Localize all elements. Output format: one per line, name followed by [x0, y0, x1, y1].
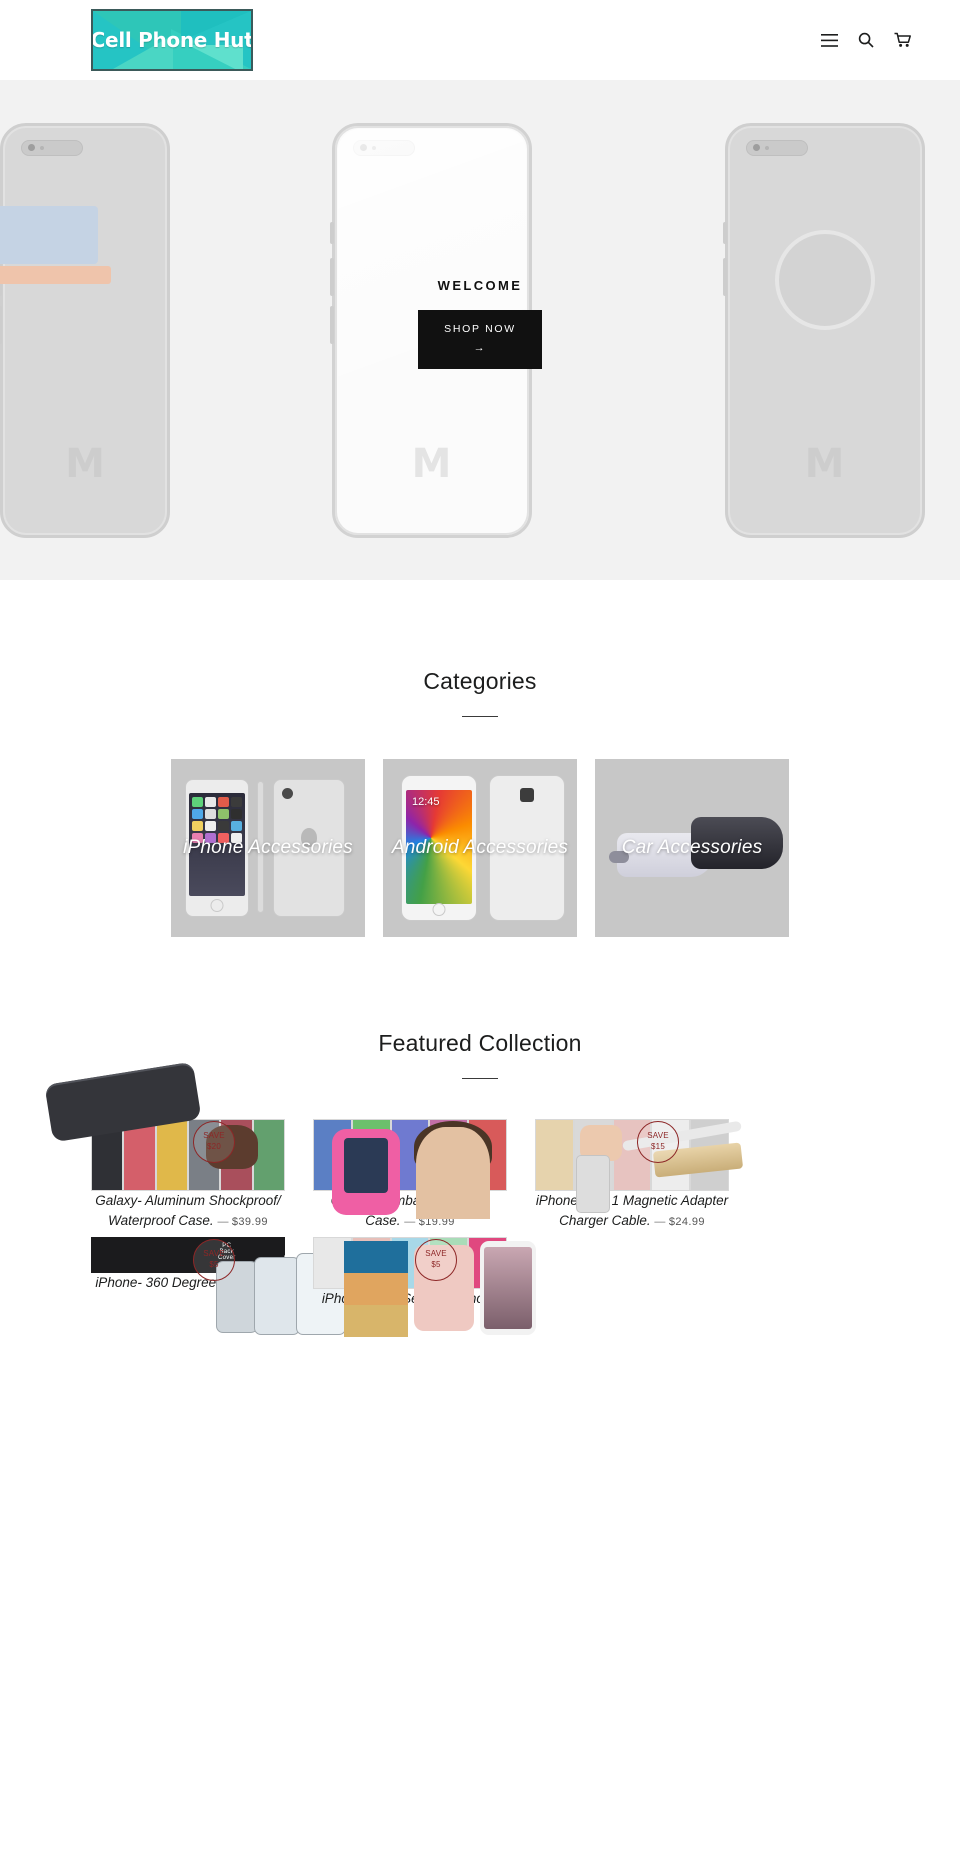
- search-icon[interactable]: [857, 31, 875, 49]
- hero-title: WELCOME: [437, 278, 523, 293]
- category-label: iPhone Accessories: [183, 837, 353, 859]
- heading-divider: [462, 716, 498, 717]
- categories-section: Categories iPhone Accessories 12:45 Andr…: [0, 668, 960, 937]
- cart-icon[interactable]: [894, 31, 912, 49]
- watermark: M: [65, 440, 105, 487]
- product-media: SAVE $5 PC Back Cover PC Front Cover Tem…: [91, 1236, 367, 1335]
- save-badge-line2: $5: [431, 1259, 441, 1269]
- save-badge-line1: SAVE: [425, 1248, 447, 1258]
- category-card-android[interactable]: 12:45 Android Accessories: [383, 759, 577, 937]
- site-header: Cell Phone Hut: [0, 0, 960, 80]
- heading-divider: [462, 1078, 498, 1079]
- site-logo[interactable]: Cell Phone Hut: [91, 9, 253, 71]
- watermark: M: [804, 440, 845, 487]
- product-info: Galaxy- Aluminum Shockproof/ Waterproof …: [95, 1193, 281, 1228]
- hero-slideshow[interactable]: M M M WELCOME SHOP NOW →: [0, 80, 960, 580]
- product-price: — $24.99: [654, 1216, 704, 1228]
- save-badge-line2: $5: [209, 1259, 219, 1269]
- save-badge-line2: $15: [651, 1142, 665, 1151]
- logo-text: Cell Phone Hut: [91, 28, 253, 52]
- save-badge-line1: SAVE: [203, 1248, 225, 1258]
- save-badge-line1: SAVE: [647, 1131, 669, 1141]
- product-card[interactable]: SAVE $5 PC Back Cover PC Front Cover Tem…: [91, 1236, 367, 1335]
- shop-now-label: SHOP NOW: [444, 323, 516, 335]
- category-label: Android Accessories: [391, 837, 569, 859]
- save-badge: SAVE $5: [415, 1238, 457, 1281]
- camera-dot: [28, 144, 35, 151]
- menu-icon[interactable]: [820, 31, 838, 49]
- side-button: [329, 221, 334, 244]
- save-badge-line1: SAVE: [203, 1131, 225, 1141]
- camera-dot: [359, 144, 367, 151]
- category-card-iphone[interactable]: iPhone Accessories: [171, 759, 365, 937]
- camera-cutout: [745, 139, 808, 156]
- save-badge-line2: $20: [207, 1142, 221, 1151]
- variant-swatch: [535, 1119, 574, 1191]
- product-media: SAVE $20: [44, 1061, 285, 1191]
- product-grid: SAVE $20 Galaxy- Aluminum Shockproof/ Wa…: [0, 1061, 960, 1337]
- featured-heading: Featured Collection: [378, 1030, 582, 1056]
- header-icon-group: [820, 31, 912, 49]
- camera-cutout: [352, 139, 415, 156]
- flash-dot: [764, 145, 769, 150]
- product-media: SAVE $5: [313, 1236, 536, 1337]
- product-card[interactable]: SAVE $15 iPhone- 2 in 1 Magnetic Adapter…: [535, 1119, 744, 1231]
- product-card[interactable]: Galaxy- Armband Workout Case. — $19.99: [313, 1119, 507, 1231]
- product-card[interactable]: SAVE $5 iPhone- LED Selfie Luminous: [313, 1236, 536, 1337]
- price-dash: —: [654, 1215, 666, 1228]
- featured-collection-section: Featured Collection SAVE $20 Galaxy- Alu…: [0, 1030, 960, 1337]
- hero-overlay: WELCOME SHOP NOW →: [0, 278, 960, 370]
- save-badge: SAVE $20: [193, 1121, 235, 1163]
- watermark: M: [411, 440, 452, 487]
- arrow-right-icon: →: [473, 341, 487, 354]
- product-card[interactable]: SAVE $20 Galaxy- Aluminum Shockproof/ Wa…: [44, 1061, 285, 1231]
- card-slot-graphic: [0, 205, 98, 264]
- price-dash: —: [217, 1215, 229, 1228]
- save-badge: SAVE $15: [637, 1121, 679, 1163]
- categories-heading: Categories: [423, 668, 537, 694]
- categories-grid: iPhone Accessories 12:45 Android Accesso…: [0, 759, 960, 937]
- flash-dot: [40, 145, 44, 150]
- product-price: — $39.99: [217, 1216, 267, 1228]
- camera-cutout: [21, 139, 83, 156]
- price-dash: —: [404, 1215, 416, 1228]
- shop-now-button[interactable]: SHOP NOW →: [418, 310, 542, 370]
- product-variant-strip: [313, 1236, 507, 1289]
- product-media: SAVE $15: [535, 1119, 744, 1213]
- variant-swatch: [155, 1119, 188, 1191]
- flash-dot: [371, 145, 376, 150]
- side-button: [722, 221, 727, 244]
- camera-dot: [752, 144, 760, 151]
- price-value: $39.99: [231, 1215, 268, 1228]
- price-value: $24.99: [668, 1215, 705, 1228]
- category-card-car[interactable]: Car Accessories: [595, 759, 789, 937]
- product-media: [313, 1119, 507, 1219]
- product-info: iPhone- 2 in 1 Magnetic Adapter Charger …: [536, 1193, 728, 1228]
- category-label: Car Accessories: [621, 837, 763, 859]
